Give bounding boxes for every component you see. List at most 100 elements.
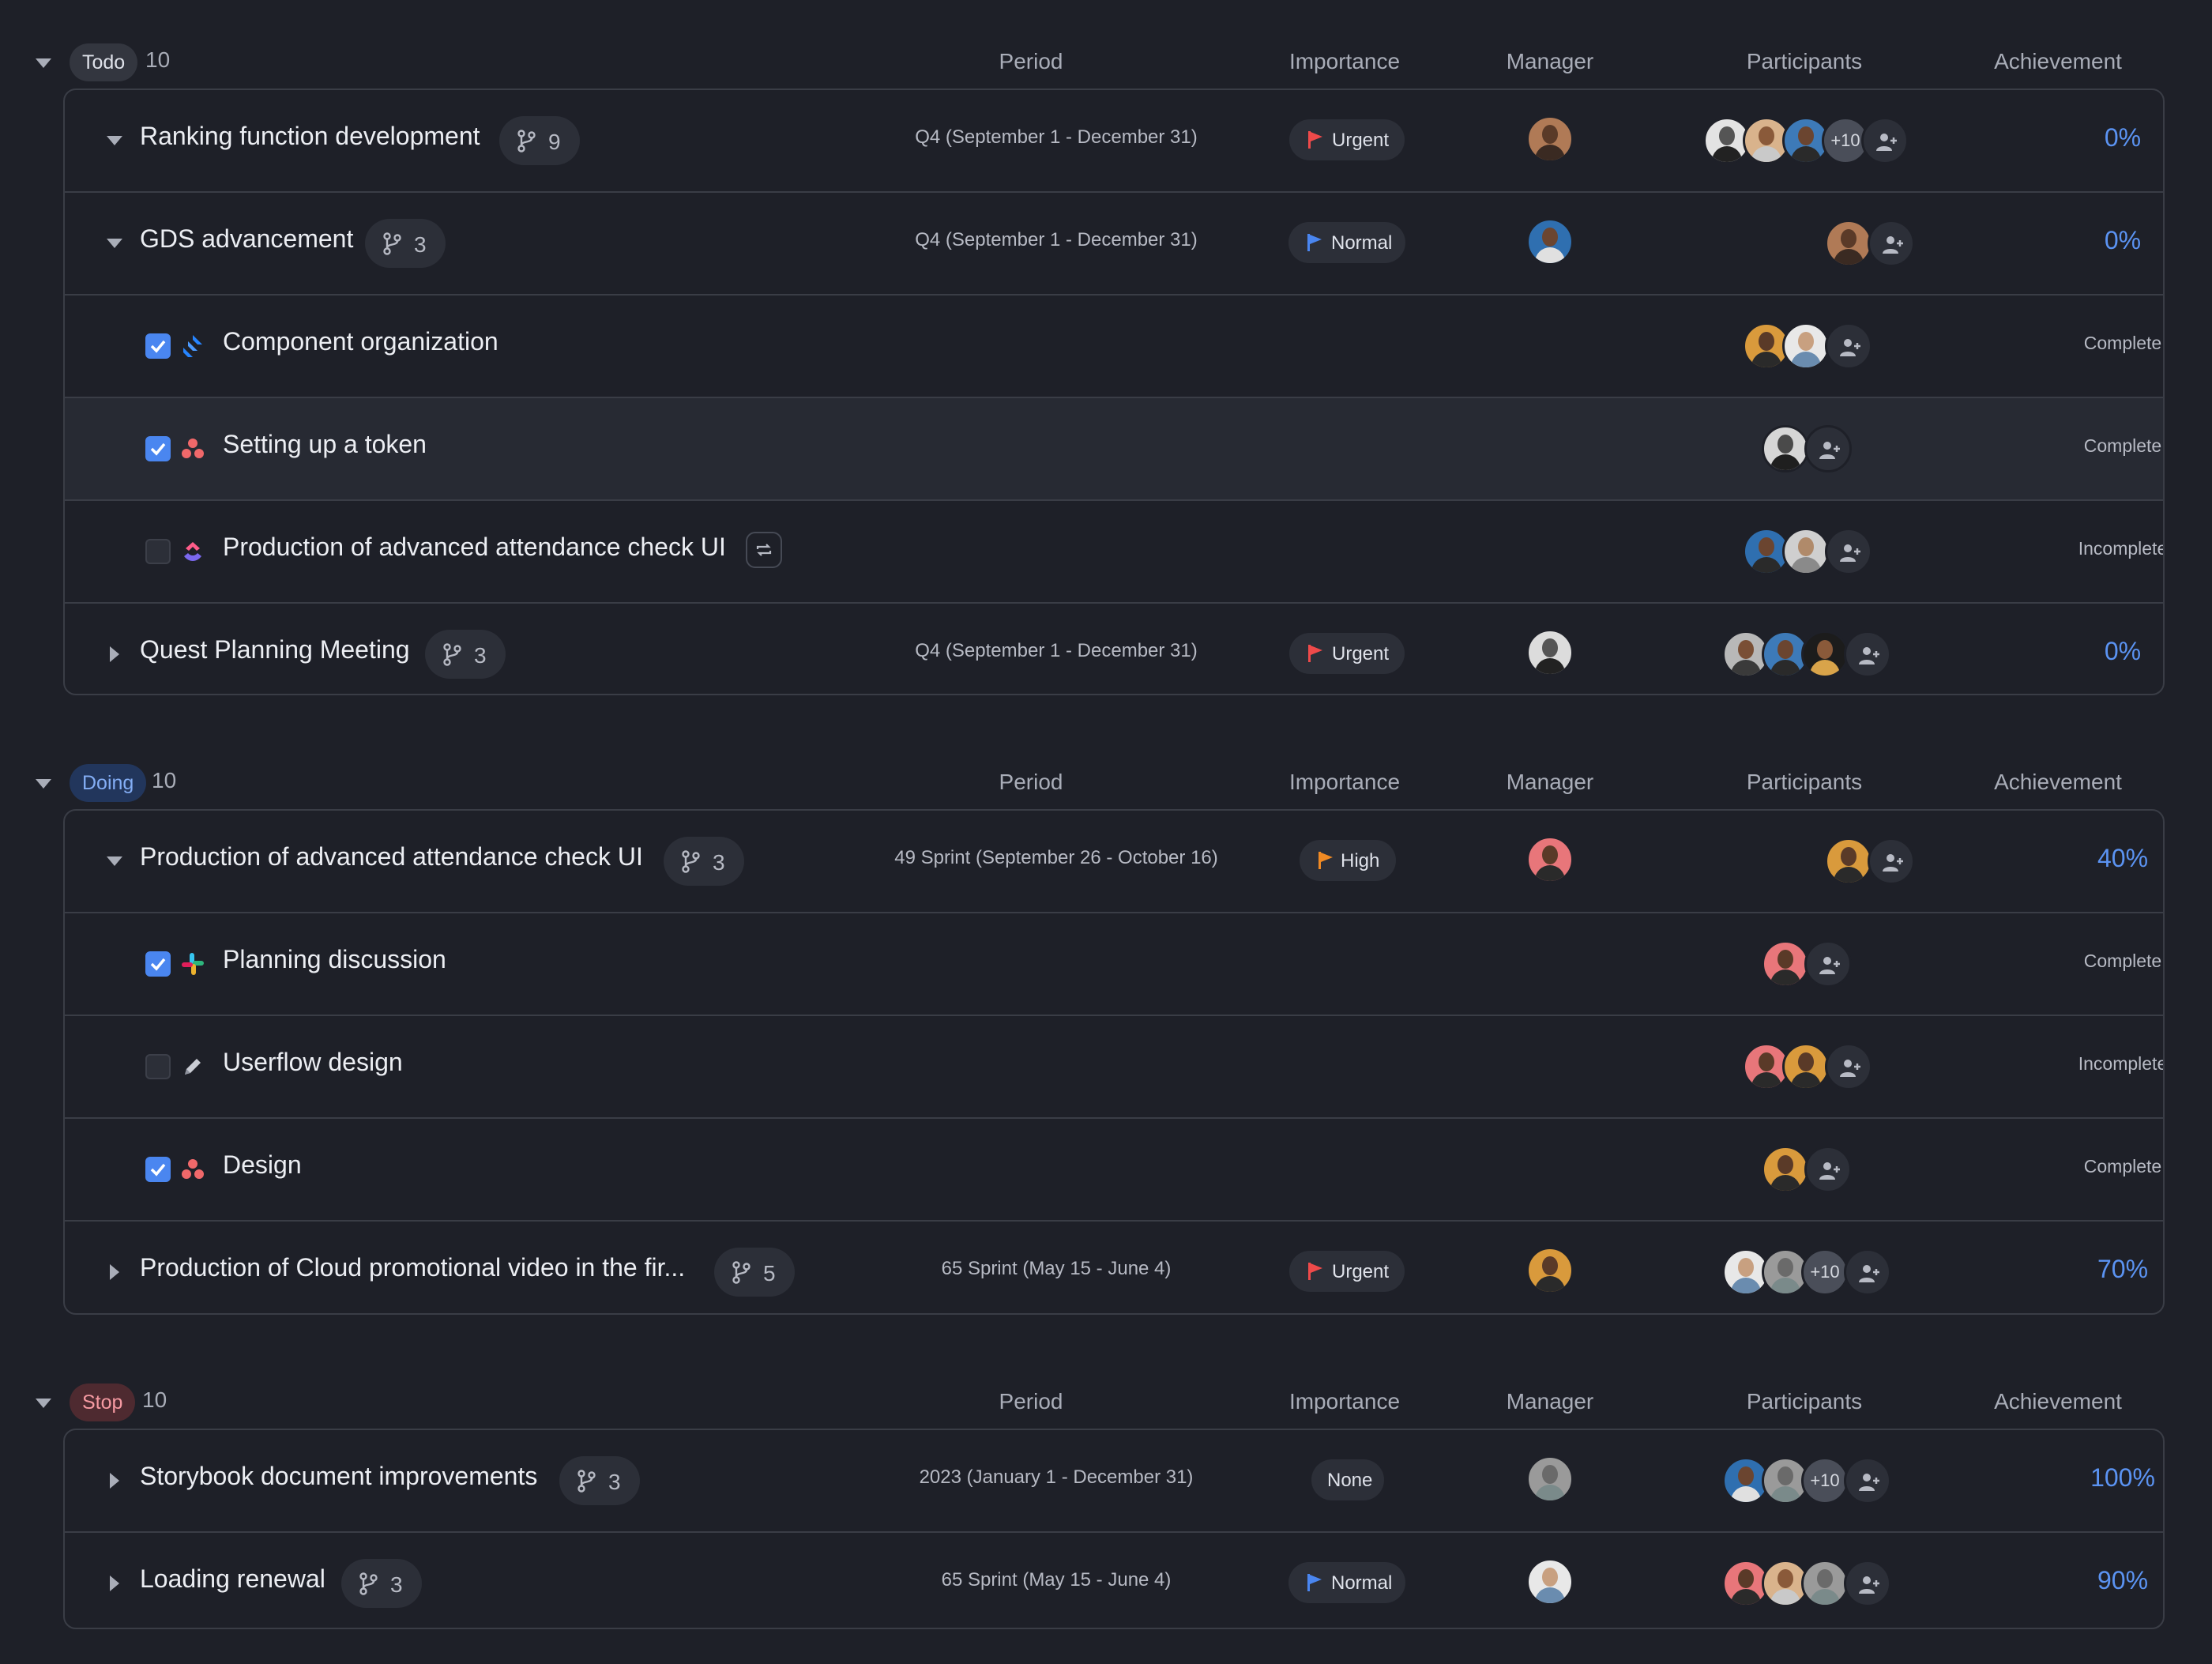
manager-avatar[interactable] [1526,1247,1574,1294]
participant-avatar[interactable] [1762,940,1809,988]
participant-avatar[interactable] [1762,1146,1809,1193]
subtask-count[interactable]: 3 [341,1559,422,1608]
importance-pill[interactable]: Normal [1288,1562,1405,1603]
subtask-title[interactable]: Planning discussion [223,945,446,974]
subtask-row[interactable]: Production of advanced attendance check … [65,501,2163,604]
subtask-count[interactable]: 9 [499,116,580,165]
subtask-count[interactable]: 3 [559,1456,640,1505]
participant-avatar[interactable] [1782,528,1830,575]
task-title[interactable]: Storybook document improvements [140,1462,537,1491]
expand-caret-icon[interactable] [107,239,122,248]
subtask-title[interactable]: Userflow design [223,1048,403,1077]
add-participant-button[interactable] [1868,838,1915,885]
expand-caret-icon[interactable] [110,1576,119,1591]
participant-avatar[interactable] [1825,838,1872,885]
column-header-period[interactable]: Period [912,1389,1149,1414]
subtask-checkbox[interactable] [145,951,171,977]
subtask-title[interactable]: Production of advanced attendance check … [223,533,726,562]
column-header-period[interactable]: Period [912,770,1149,795]
subtask-row[interactable]: Userflow design Incomplete [65,1016,2163,1119]
task-title[interactable]: Production of advanced attendance check … [140,842,643,872]
task-row[interactable]: Production of advanced attendance check … [65,811,2163,913]
subtask-row[interactable]: Component organization Complete [65,296,2163,398]
add-participant-button[interactable] [1825,528,1872,575]
task-row[interactable]: Storybook document improvements 3 2023 (… [65,1430,2163,1533]
subtask-count[interactable]: 5 [714,1248,795,1297]
subtask-checkbox[interactable] [145,436,171,461]
add-participant-button[interactable] [1868,220,1915,267]
subtask-checkbox[interactable] [145,1157,171,1182]
subtask-count[interactable]: 3 [365,219,446,268]
add-participant-button[interactable] [1844,1248,1891,1296]
importance-pill[interactable]: Normal [1288,222,1405,263]
add-participant-button[interactable] [1804,425,1852,472]
column-header-manager[interactable]: Manager [1431,770,1668,795]
column-header-manager[interactable]: Manager [1431,49,1668,74]
task-row[interactable]: Ranking function development 9 Q4 (Septe… [65,90,2163,193]
add-participant-button[interactable] [1804,940,1852,988]
importance-pill[interactable]: None [1311,1459,1384,1500]
participant-avatar[interactable] [1782,322,1830,370]
manager-avatar[interactable] [1526,629,1574,676]
participant-avatar[interactable] [1801,1560,1849,1607]
add-participant-button[interactable] [1844,631,1891,678]
subtask-title[interactable]: Setting up a token [223,430,427,459]
importance-pill[interactable]: Urgent [1289,119,1405,160]
participant-avatar[interactable] [1762,425,1809,472]
column-header-achievement[interactable]: Achievement [1939,1389,2176,1414]
manager-avatar[interactable] [1526,218,1574,265]
column-header-period[interactable]: Period [912,49,1149,74]
manager-avatar[interactable] [1526,836,1574,883]
subtask-title[interactable]: Component organization [223,327,498,356]
column-header-participants[interactable]: Participants [1686,770,1923,795]
task-title[interactable]: Loading renewal [140,1564,325,1594]
task-title[interactable]: Production of Cloud promotional video in… [140,1253,685,1282]
column-header-manager[interactable]: Manager [1431,1389,1668,1414]
task-row[interactable]: Loading renewal 3 65 Sprint (May 15 - Ju… [65,1533,2163,1628]
add-participant-button[interactable] [1825,1043,1872,1090]
expand-caret-icon[interactable] [110,1264,119,1280]
subtask-checkbox[interactable] [145,333,171,359]
task-title[interactable]: GDS advancement [140,224,353,254]
more-participants-count[interactable]: +10 [1801,1248,1849,1296]
participant-avatar[interactable] [1801,631,1849,678]
expand-caret-icon[interactable] [107,856,122,866]
column-header-importance[interactable]: Importance [1226,1389,1463,1414]
subtask-title[interactable]: Design [223,1150,302,1180]
subtask-row[interactable]: Setting up a token Complete [65,398,2163,501]
add-participant-button[interactable] [1844,1457,1891,1504]
subtask-checkbox[interactable] [145,539,171,564]
subtask-checkbox[interactable] [145,1054,171,1079]
group-collapse-caret-icon[interactable] [36,1399,51,1408]
column-header-importance[interactable]: Importance [1226,49,1463,74]
manager-avatar[interactable] [1526,115,1574,163]
subtask-count[interactable]: 3 [664,837,744,886]
expand-caret-icon[interactable] [110,1473,119,1489]
subtask-count[interactable]: 3 [425,630,506,679]
add-participant-button[interactable] [1804,1146,1852,1193]
recurring-button[interactable] [746,532,782,568]
column-header-participants[interactable]: Participants [1686,49,1923,74]
more-participants-count[interactable]: +10 [1801,1457,1849,1504]
task-title[interactable]: Ranking function development [140,122,480,151]
group-collapse-caret-icon[interactable] [36,779,51,789]
column-header-participants[interactable]: Participants [1686,1389,1923,1414]
task-row[interactable]: Quest Planning Meeting 3 Q4 (September 1… [65,604,2163,694]
expand-caret-icon[interactable] [107,136,122,145]
expand-caret-icon[interactable] [110,646,119,662]
subtask-row[interactable]: Planning discussion Complete [65,913,2163,1016]
manager-avatar[interactable] [1526,1558,1574,1606]
participant-avatar[interactable] [1825,220,1872,267]
column-header-importance[interactable]: Importance [1226,770,1463,795]
manager-avatar[interactable] [1526,1455,1574,1503]
task-row[interactable]: Production of Cloud promotional video in… [65,1222,2163,1313]
task-row[interactable]: GDS advancement 3 Q4 (September 1 - Dece… [65,193,2163,296]
add-participant-button[interactable] [1825,322,1872,370]
importance-pill[interactable]: Urgent [1289,633,1405,674]
subtask-row[interactable]: Design Complete [65,1119,2163,1222]
add-participant-button[interactable] [1861,117,1909,164]
column-header-achievement[interactable]: Achievement [1939,49,2176,74]
column-header-achievement[interactable]: Achievement [1939,770,2176,795]
importance-pill[interactable]: High [1300,840,1396,881]
participant-avatar[interactable] [1782,1043,1830,1090]
